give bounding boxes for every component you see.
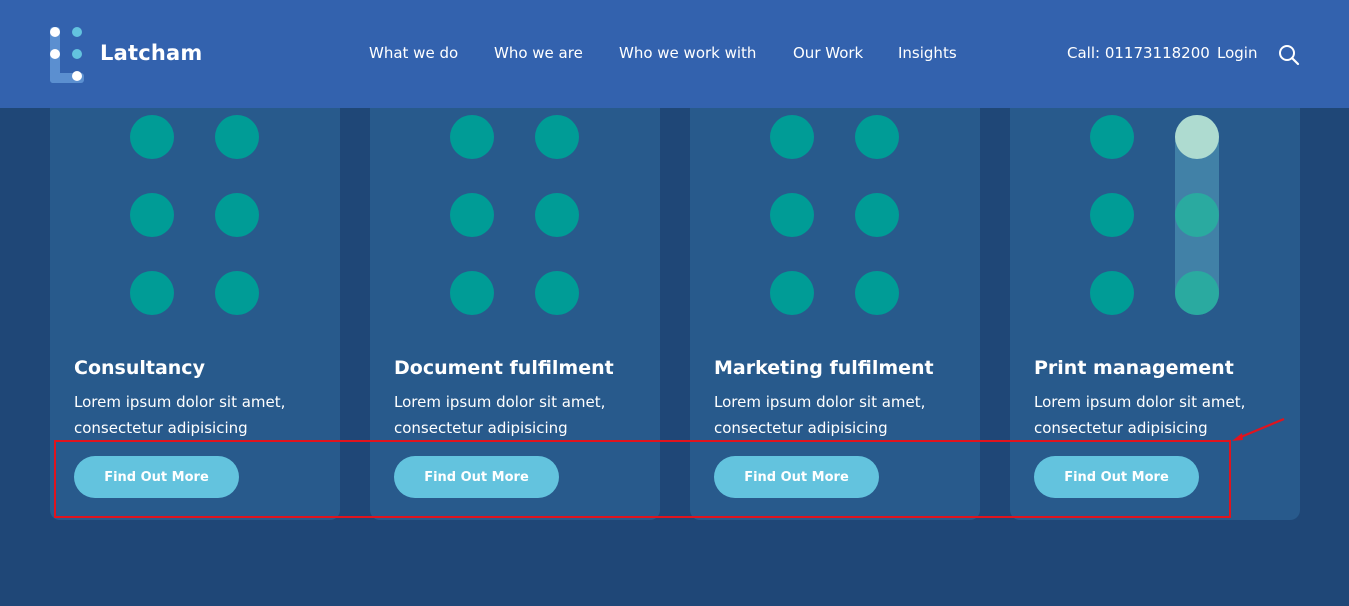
annotation-arrow-icon bbox=[1232, 417, 1285, 441]
find-out-more-button[interactable]: Find Out More bbox=[1034, 456, 1199, 498]
card-title: Marketing fulfilment bbox=[714, 357, 934, 379]
card-title: Print management bbox=[1034, 357, 1234, 379]
nav-who-we-are[interactable]: Who we are bbox=[494, 44, 583, 62]
login-link[interactable]: Login bbox=[1217, 44, 1257, 62]
card-title: Document fulfilment bbox=[394, 357, 614, 379]
nav-who-we-work-with[interactable]: Who we work with bbox=[619, 44, 756, 62]
dots-graphic bbox=[770, 115, 900, 315]
logo[interactable]: Latcham bbox=[50, 27, 210, 83]
nav-what-we-do[interactable]: What we do bbox=[369, 44, 458, 62]
nav-our-work[interactable]: Our Work bbox=[793, 44, 863, 62]
brand-name: Latcham bbox=[100, 41, 203, 65]
service-card-marketing-fulfilment: Marketing fulfilment Lorem ipsum dolor s… bbox=[690, 95, 980, 520]
card-title: Consultancy bbox=[74, 357, 205, 379]
card-description: Lorem ipsum dolor sit amet, consectetur … bbox=[74, 393, 286, 437]
service-card-document-fulfilment: Document fulfilment Lorem ipsum dolor si… bbox=[370, 95, 660, 520]
dots-graphic bbox=[1090, 115, 1220, 315]
service-card-consultancy: Consultancy Lorem ipsum dolor sit amet, … bbox=[50, 95, 340, 520]
card-description: Lorem ipsum dolor sit amet, consectetur … bbox=[714, 393, 926, 437]
find-out-more-button[interactable]: Find Out More bbox=[394, 456, 559, 498]
site-header: Latcham What we do Who we are Who we wor… bbox=[0, 0, 1349, 108]
logo-mark-icon bbox=[50, 27, 84, 83]
dots-graphic bbox=[450, 115, 580, 315]
card-description: Lorem ipsum dolor sit amet, consectetur … bbox=[394, 393, 606, 437]
nav-insights[interactable]: Insights bbox=[898, 44, 957, 62]
call-link[interactable]: Call: 01173118200 bbox=[1067, 44, 1210, 62]
find-out-more-button[interactable]: Find Out More bbox=[714, 456, 879, 498]
service-card-print-management: Print management Lorem ipsum dolor sit a… bbox=[1010, 95, 1300, 520]
search-icon[interactable] bbox=[1278, 44, 1300, 66]
dots-graphic bbox=[130, 115, 260, 315]
find-out-more-button[interactable]: Find Out More bbox=[74, 456, 239, 498]
